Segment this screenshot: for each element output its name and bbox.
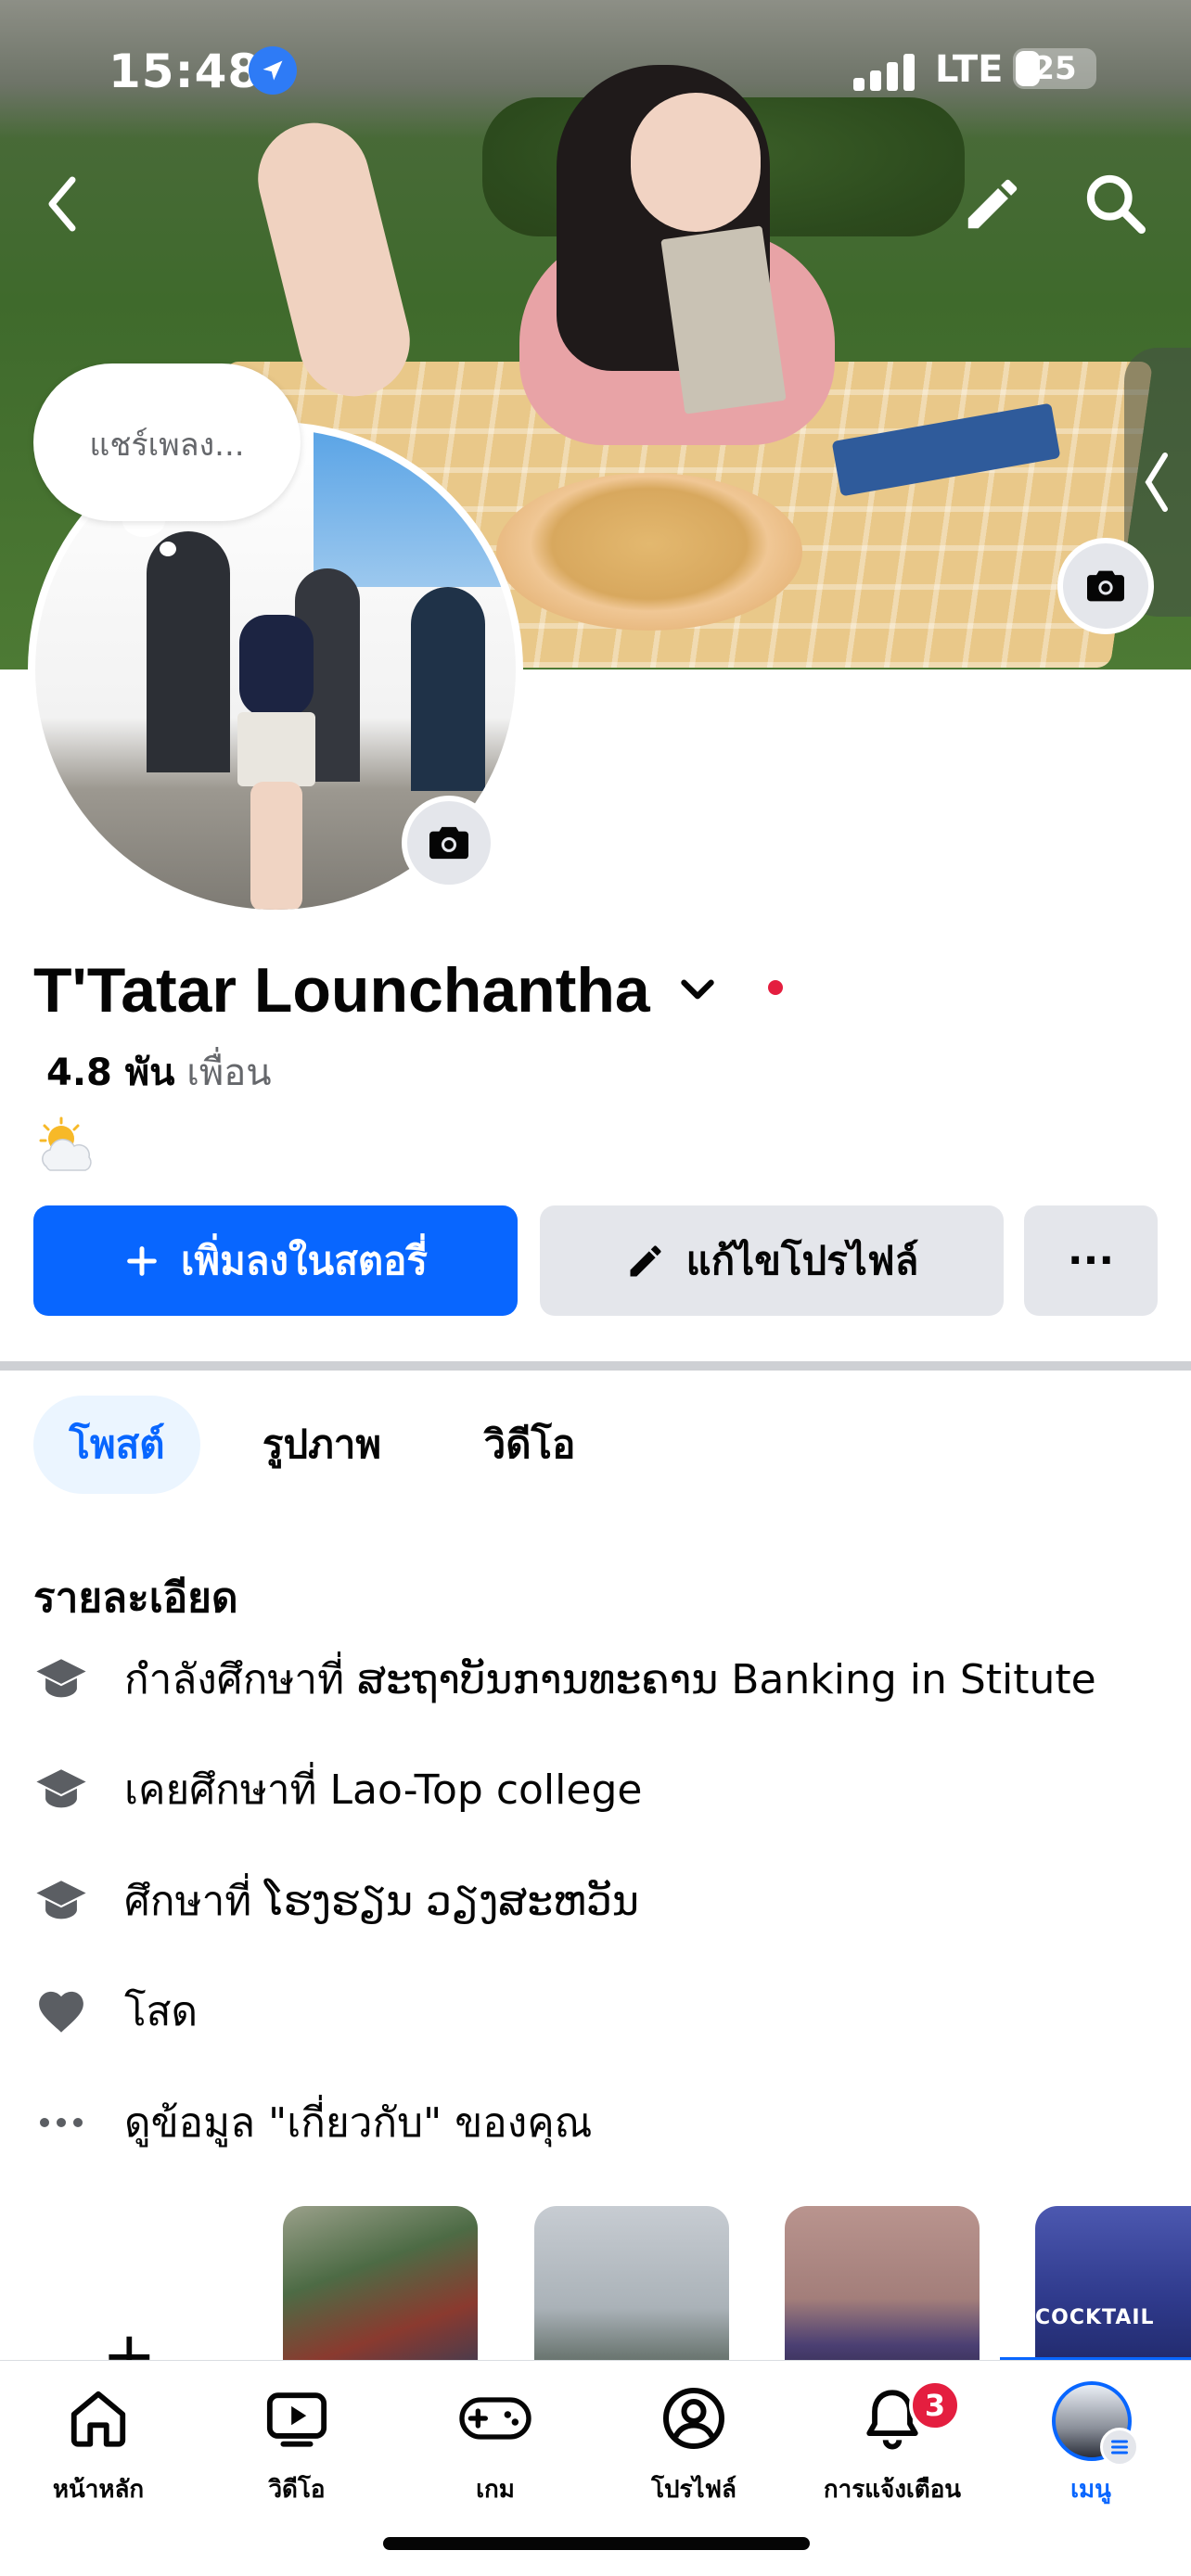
pencil-icon [630, 1244, 661, 1276]
nav-profile-label: โปรไฟล์ [651, 2476, 736, 2504]
gamepad-icon [458, 2381, 532, 2455]
back-button[interactable] [37, 167, 93, 241]
tab-photos[interactable]: รูปภาพ [243, 1396, 401, 1494]
nav-notifications[interactable]: 3 การแจ้งเตือน [800, 2361, 985, 2546]
status-time: 15:48 [109, 45, 262, 98]
chevron-left-icon [48, 176, 76, 232]
video-icon [260, 2381, 334, 2455]
thought-bubble-text: แชร์เพลง... [89, 427, 245, 464]
detail-item-school[interactable]: ศึกษาที่ ໂຮງຮຽນ ວຽງສະຫວັນ [33, 1868, 639, 1933]
nav-notifications-label: การแจ้งเตือน [823, 2476, 962, 2504]
detail-item-past-education[interactable]: เคยศึกษาที่ Lao-Top college [33, 1757, 642, 1822]
friends-count-value: 4.8 พัน [46, 1052, 175, 1094]
nav-gaming[interactable]: เกม [403, 2361, 588, 2546]
detail-item-relationship[interactable]: โสด [33, 1979, 198, 2044]
detail-text: โสด [124, 1988, 198, 2035]
profile-name-row[interactable]: T'Tatar Lounchantha [33, 953, 721, 1027]
nav-menu[interactable]: เมนู [998, 2361, 1184, 2546]
detail-text: กำลังศึกษาที่ ສະຖາບັນການທະຄານ Banking in… [124, 1656, 1096, 1703]
thought-bubble[interactable]: แชร์เพลง... [33, 363, 301, 521]
edit-profile-button[interactable]: แก้ไขโปรไฟล์ [540, 1205, 1004, 1316]
tab-videos[interactable]: วิดีโอ [460, 1396, 599, 1494]
thought-bubble-dot [160, 542, 176, 556]
section-divider [0, 1361, 1191, 1371]
details-heading: รายละเอียด [33, 1575, 238, 1622]
detail-text: เคยศึกษาที่ Lao-Top college [124, 1766, 643, 1814]
nav-gaming-label: เกม [476, 2476, 515, 2504]
nav-video[interactable]: วิดีโอ [204, 2361, 390, 2546]
education-icon [33, 1651, 89, 1707]
featured-photo-text: COCKTAIL [1035, 2306, 1155, 2329]
search-icon [1086, 174, 1146, 234]
heart-icon [33, 1983, 89, 2039]
nav-profile[interactable]: โปรไฟล์ [601, 2361, 787, 2546]
camera-icon [429, 826, 468, 860]
profile-camera-button[interactable] [402, 796, 496, 890]
chevron-down-icon[interactable] [674, 967, 721, 1014]
pencil-icon [967, 179, 1018, 229]
more-dots-icon [33, 2095, 89, 2150]
nav-menu-label: เมนู [1070, 2476, 1111, 2504]
featured-photo[interactable] [534, 2206, 729, 2360]
see-about-info-link[interactable]: ดูข้อมูล "เกี่ยวกับ" ของคุณ [33, 2090, 592, 2155]
cover-camera-button[interactable] [1057, 538, 1154, 634]
battery-icon: 25 [1013, 48, 1096, 89]
featured-photo[interactable] [785, 2206, 980, 2360]
nav-video-label: วิดีโอ [268, 2476, 326, 2504]
more-dots-icon: ··· [1067, 1237, 1115, 1284]
featured-photo[interactable]: COCKTAIL [1035, 2206, 1191, 2360]
cover-straw-hat [496, 473, 802, 631]
featured-photos: + COCKTAIL [0, 2202, 1191, 2360]
notification-badge: 3 [909, 2379, 961, 2431]
featured-photo[interactable] [283, 2206, 478, 2360]
nav-home[interactable]: หน้าหลัก [6, 2361, 191, 2546]
network-type: LTE [935, 48, 1004, 91]
status-bar: 15:48 LTE 25 [0, 0, 1191, 139]
add-featured-button[interactable]: + [102, 2323, 157, 2360]
profile-name: T'Tatar Lounchantha [33, 955, 650, 1026]
edit-profile-label: แก้ไขโปรไฟล์ [685, 1237, 919, 1283]
add-to-story-button[interactable]: เพิ่มลงในสตอรี่ [33, 1205, 518, 1316]
home-icon [61, 2381, 135, 2455]
camera-icon [1087, 570, 1124, 602]
notification-dot [768, 980, 783, 995]
chevron-left-icon [1145, 453, 1168, 512]
detail-text: ศึกษาที่ ໂຮງຮຽນ ວຽງສະຫວັນ [124, 1878, 639, 1925]
sun-behind-cloud-icon [39, 1116, 92, 1171]
detail-text: ดูข้อมูล "เกี่ยวกับ" ของคุณ [124, 2099, 593, 2147]
detail-item-current-education[interactable]: กำลังศึกษาที่ ສະຖາບັນການທະຄານ Banking in… [33, 1647, 1096, 1712]
tab-posts[interactable]: โพสต์ [33, 1396, 200, 1494]
search-button[interactable] [1081, 169, 1150, 238]
add-to-story-label: เพิ่มลงในสตอรี่ [181, 1237, 428, 1283]
home-indicator [383, 2537, 810, 2550]
education-icon [33, 1762, 89, 1817]
nav-home-label: หน้าหลัก [52, 2476, 145, 2504]
location-arrow-icon [249, 46, 297, 95]
more-options-button[interactable]: ··· [1024, 1205, 1158, 1316]
edit-cover-button[interactable] [960, 172, 1025, 236]
education-icon [33, 1873, 89, 1929]
friends-count-label: เพื่อน [186, 1052, 272, 1094]
profile-icon [657, 2381, 731, 2455]
menu-list-icon [1100, 2428, 1139, 2467]
signal-icon [853, 52, 918, 91]
battery-level: 25 [1032, 50, 1077, 87]
friends-count[interactable]: 4.8 พัน เพื่อน [46, 1042, 272, 1102]
plus-icon [127, 1245, 157, 1276]
